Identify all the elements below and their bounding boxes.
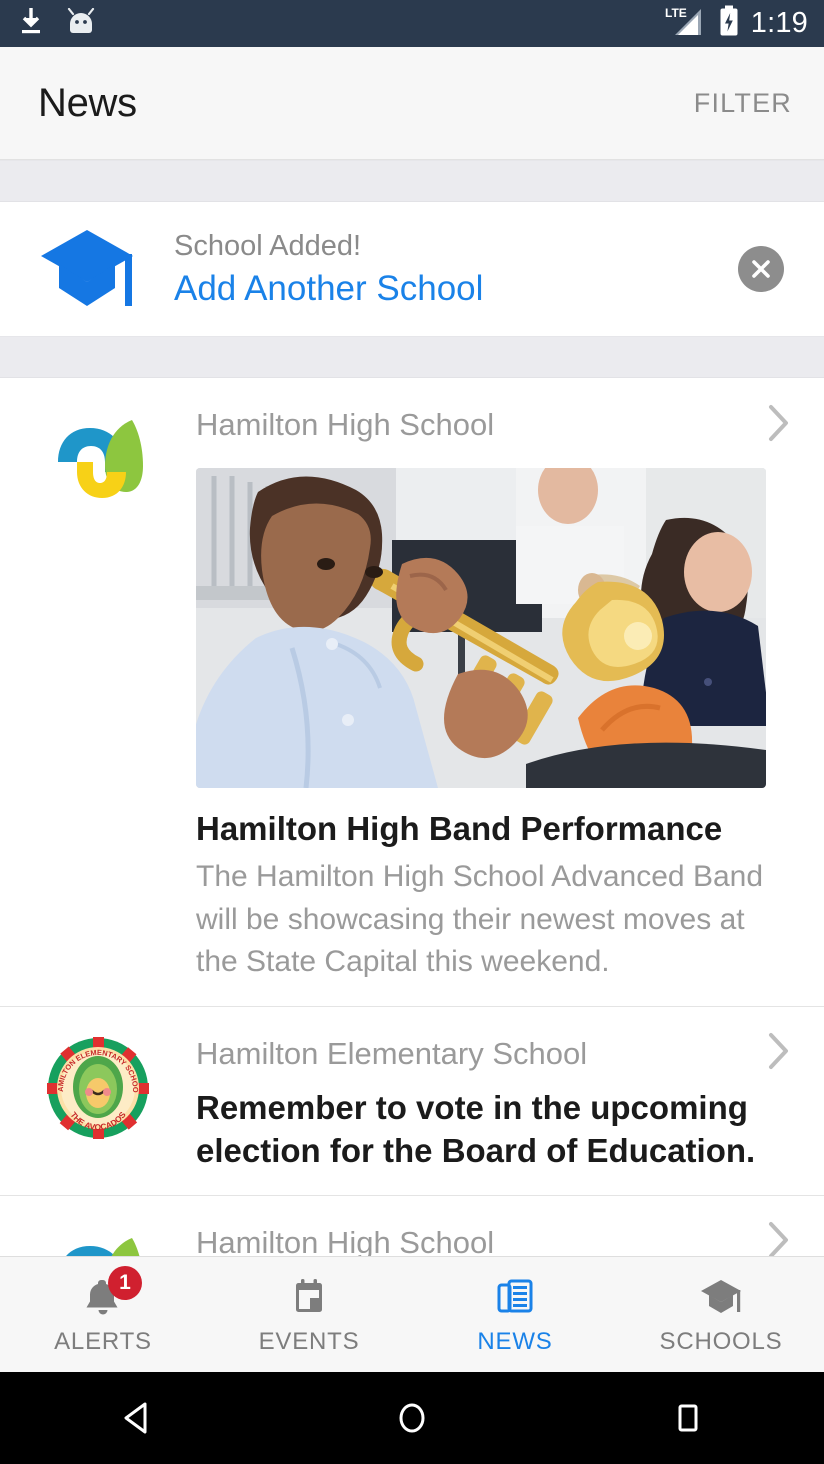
school-added-banner[interactable]: School Added! Add Another School [0,202,824,336]
section-spacer-middle [0,336,824,378]
news-list-item[interactable]: Hamilton High School [0,1194,824,1257]
lte-signal-icon: LTE [665,5,707,42]
news-item-header[interactable]: Hamilton High School [196,396,794,454]
news-item-school-name: Hamilton High School [196,1224,495,1257]
home-circle-icon[interactable] [352,1372,472,1464]
hamilton-elementary-avocado-logo: HAMILTON ELEMENTARY SCHOOL THE AVOCADOS [0,1025,196,1195]
newspaper-icon [495,1274,535,1320]
tab-events[interactable]: EVENTS [206,1257,412,1372]
android-navigation-bar [0,1372,824,1464]
phone-screen: LTE 1:19 News FILTER School Added! Add A… [0,0,824,1464]
page-title: News [38,80,137,125]
news-item-header[interactable]: Hamilton Elementary School [196,1025,794,1083]
chevron-right-icon[interactable] [768,1032,794,1075]
chevron-right-icon[interactable] [768,404,794,447]
filter-button[interactable]: FILTER [694,88,792,119]
tab-schools[interactable]: SCHOOLS [618,1257,824,1372]
download-icon [18,7,44,40]
hamilton-high-logo [0,396,196,1006]
status-bar-clock: 1:19 [750,7,808,39]
hamilton-high-logo [0,1214,196,1256]
section-spacer-top [0,160,824,202]
news-item-headline: Remember to vote in the upcoming electio… [196,1088,756,1169]
news-list-item[interactable]: Hamilton High School [0,378,824,1006]
tab-label-alerts: ALERTS [54,1327,152,1355]
graduation-cap-icon [0,226,174,312]
news-item-title: Hamilton High Band Performance [196,810,723,847]
calendar-icon [290,1274,328,1320]
graduation-cap-icon [698,1274,744,1320]
chevron-right-icon[interactable] [768,1221,794,1256]
news-item-body: Hamilton Elementary School Remember to v… [196,1025,824,1195]
status-bar: LTE 1:19 [0,0,824,47]
news-item-header[interactable]: Hamilton High School [196,1214,794,1257]
news-item-body: Hamilton High School [196,396,824,1006]
recents-square-icon[interactable] [627,1372,747,1464]
news-list-item[interactable]: HAMILTON ELEMENTARY SCHOOL THE AVOCADOS … [0,1005,824,1195]
svg-text:LTE: LTE [665,6,687,20]
news-item-description: The Hamilton High School Advanced Band w… [196,859,764,979]
news-item-body: Hamilton High School [196,1214,824,1257]
news-item-school-name: Hamilton Elementary School [196,1035,588,1071]
bell-icon: 1 [84,1265,142,1320]
tab-label-news: NEWS [477,1327,553,1355]
status-bar-left-icons [18,7,96,40]
status-bar-right-icons: LTE 1:19 [665,5,808,42]
news-feed-scroll[interactable]: School Added! Add Another School Hamilto… [0,160,824,1256]
alerts-badge: 1 [108,1265,142,1300]
android-head-icon [66,7,96,39]
tab-news[interactable]: NEWS [412,1257,618,1372]
battery-charging-icon [718,5,740,42]
news-item-school-name: Hamilton High School [196,407,495,442]
app-bar: News FILTER [0,47,824,160]
tab-alerts[interactable]: 1 ALERTS [0,1257,206,1372]
school-added-subtitle: School Added! [174,229,362,262]
add-another-school-link[interactable]: Add Another School [174,269,738,309]
tab-label-events: EVENTS [258,1327,360,1355]
bottom-tab-bar: 1 ALERTS EVENTS NEWS SCHOOLS [0,1256,824,1372]
back-triangle-icon[interactable] [77,1372,197,1464]
school-added-text: School Added! Add Another School [174,230,738,309]
close-circle-icon[interactable] [738,246,784,292]
tab-label-schools: SCHOOLS [659,1327,783,1355]
news-item-photo[interactable] [196,468,766,788]
